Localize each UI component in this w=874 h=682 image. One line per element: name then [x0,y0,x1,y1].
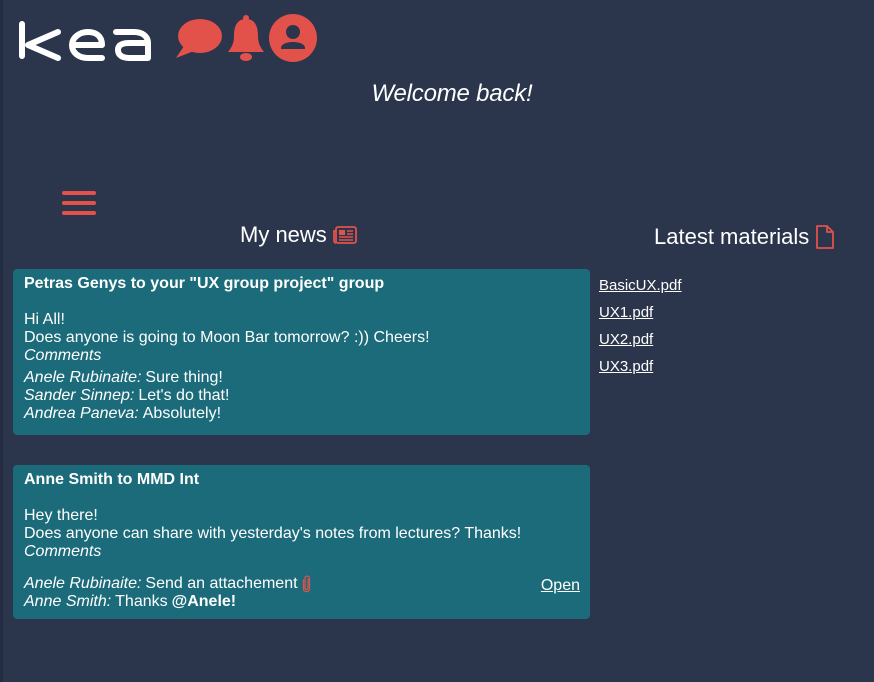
newspaper-icon [332,226,357,244]
my-news-heading: My news [240,222,357,248]
comment: Anne Smith: Thanks @Anele! [24,593,580,611]
comment: Andrea Paneva: Absolutely! [24,405,580,423]
comment-author: Anele Rubinaite: [24,369,142,386]
comment-text: Let's do that! [138,387,230,404]
comment-text: Thanks [115,593,168,610]
post-body: Does anyone can share with yesterday's n… [24,525,522,542]
post-greeting: Hey there! [24,507,98,524]
material-link[interactable]: UX3.pdf [599,353,682,380]
news-post: Anne Smith to MMD Int Hey there! Does an… [13,465,590,619]
material-link[interactable]: UX1.pdf [599,299,682,326]
material-link[interactable]: UX2.pdf [599,326,682,353]
post-header: Petras Genys to your "UX group project" … [24,275,385,292]
materials-list: BasicUX.pdf UX1.pdf UX2.pdf UX3.pdf [599,272,682,380]
comment-text: Absolutely! [142,405,222,422]
material-link[interactable]: BasicUX.pdf [599,272,682,299]
my-news-title: My news [240,222,327,247]
comment-author: Anele Rubinaite: [24,575,142,592]
menu-bar [62,191,96,195]
document-icon [816,225,835,249]
comment: Anele Rubinaite: Send an attachement [24,575,580,593]
menu-bar [62,201,96,205]
welcome-message: Welcome back! [371,80,533,107]
comment-text: Sure thing! [145,369,223,386]
comment-author: Andrea Paneva: [24,405,139,422]
post-body: Does anyone is going to Moon Bar tomorro… [24,329,430,346]
comment-author: Anne Smith: [24,593,112,610]
open-attachment-link[interactable]: Open [541,577,580,595]
header [16,12,318,64]
bell-icon[interactable] [226,14,266,62]
kea-logo[interactable] [16,12,172,64]
hamburger-menu-button[interactable] [62,191,96,215]
comment-text: Send an attachement [145,575,298,592]
latest-materials-title: Latest materials [654,224,810,249]
comment-author: Sander Sinnep: [24,387,135,404]
comment: Sander Sinnep: Let's do that! [24,387,580,405]
profile-icon[interactable] [268,13,318,63]
latest-materials-heading: Latest materials [654,224,835,250]
comments-label[interactable]: Comments [24,543,580,561]
user-mention[interactable]: @Anele! [172,593,237,611]
comment: Anele Rubinaite: Sure thing! [24,369,580,387]
news-post: Petras Genys to your "UX group project" … [13,269,590,435]
post-greeting: Hi All! [24,311,65,328]
comments-label[interactable]: Comments [24,347,580,365]
post-header: Anne Smith to MMD Int [24,471,200,488]
paperclip-icon[interactable] [302,575,311,593]
chat-icon[interactable] [174,16,224,60]
menu-bar [62,211,96,215]
